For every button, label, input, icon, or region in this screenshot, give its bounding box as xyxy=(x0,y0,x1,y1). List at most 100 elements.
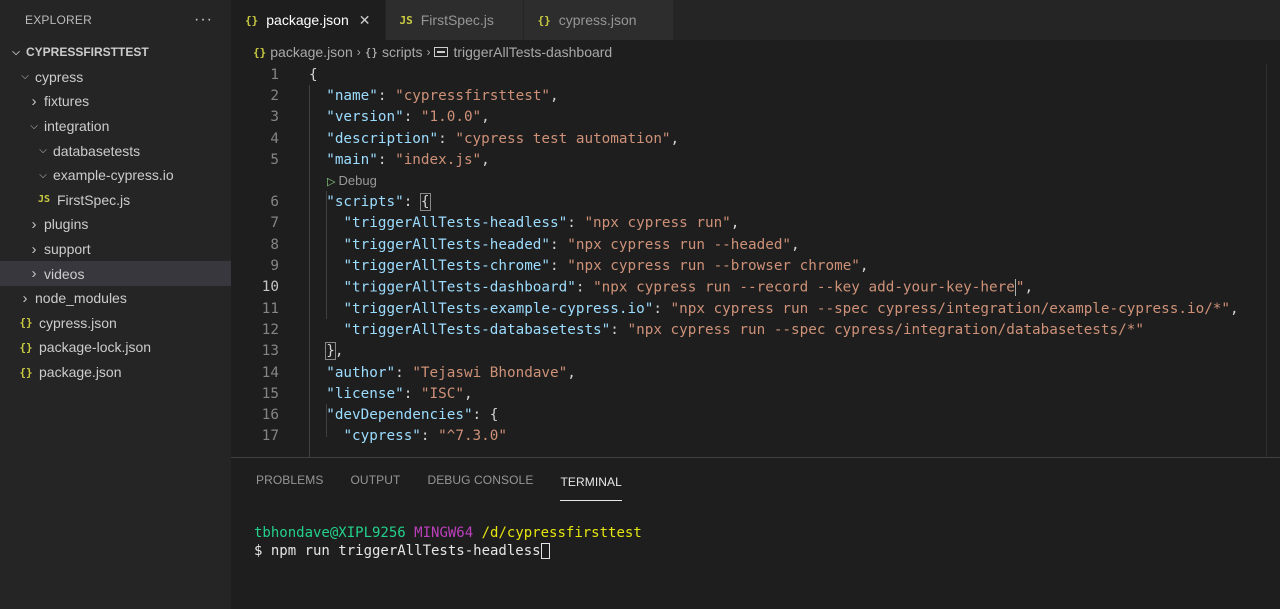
panel-tab[interactable]: PROBLEMS xyxy=(256,458,324,501)
tree-item[interactable]: › support xyxy=(0,237,231,262)
code-line: 7 "triggerAllTests-headless": "npx cypre… xyxy=(231,213,1280,234)
tab-label: cypress.json xyxy=(558,12,637,28)
json-key: "triggerAllTests-chrome" xyxy=(343,258,551,275)
json-punctuation: : { xyxy=(472,407,499,424)
json-punctuation: , xyxy=(481,109,490,126)
tree-item[interactable]: › plugins xyxy=(0,212,231,237)
tree-item-label: cypress.json xyxy=(39,314,117,331)
editor-area: {} package.json ✕ JS FirstSpec.js{} cypress.j… xyxy=(231,0,1280,457)
tree-item[interactable]: JS FirstSpec.js xyxy=(0,188,231,213)
json-punctuation: , xyxy=(670,130,680,147)
json-key: "devDependencies" xyxy=(326,407,473,424)
tree-item[interactable]: {} package-lock.json xyxy=(0,335,231,360)
tree-item[interactable]: {} package.json xyxy=(0,360,231,385)
tree-item[interactable]: ⌵ integration xyxy=(0,114,231,139)
json-string: "cypressfirsttest" xyxy=(395,87,551,104)
editor-tabs: {} package.json ✕ JS FirstSpec.js {} cypress.j… xyxy=(231,0,1280,40)
panel-tab[interactable]: DEBUG CONSOLE xyxy=(427,458,533,501)
code-text: "scripts": { xyxy=(309,193,431,212)
explorer-title: EXPLORER xyxy=(25,13,92,27)
tree-root-folder[interactable]: ⌵ CYPRESSFIRSTTEST xyxy=(0,40,231,65)
tree-item-label: databasetests xyxy=(53,142,141,159)
tree-item[interactable]: › videos xyxy=(0,261,231,286)
code-line: 11 "triggerAllTests-example-cypress.io":… xyxy=(231,298,1280,319)
line-number: 7 xyxy=(270,215,279,232)
panel-tab[interactable]: TERMINAL xyxy=(560,463,622,501)
terminal-shell: MINGW64 xyxy=(414,525,474,541)
code-line: 4 "description": "cypress test automatio… xyxy=(231,128,1280,149)
tree-item[interactable]: ⌵ example-cypress.io xyxy=(0,163,231,188)
tab-label: package.json xyxy=(266,12,349,28)
code-text: "triggerAllTests-databasetests": "npx cy… xyxy=(309,322,1144,338)
close-icon[interactable]: ✕ xyxy=(359,12,371,29)
tree-item[interactable]: {} cypress.json xyxy=(0,311,231,336)
json-key: "main" xyxy=(326,151,378,168)
json-key: "triggerAllTests-headed" xyxy=(343,236,551,253)
panel-tabs: PROBLEMS OUTPUT DEBUG CONSOLE TERMINAL xyxy=(231,458,1280,501)
json-punctuation: : xyxy=(377,87,396,104)
json-string: "^7.3.0" xyxy=(438,428,507,445)
editor-tab[interactable]: JS FirstSpec.js xyxy=(385,0,524,40)
line-number: 11 xyxy=(261,300,279,317)
terminal-user: tbhondave@XIPL9256 xyxy=(254,525,406,541)
json-string: "npx cypress run" xyxy=(584,215,731,232)
debug-codelens-label: Debug xyxy=(338,173,377,189)
debug-codelens[interactable]: ▷ Debug xyxy=(309,173,377,188)
editor-tab[interactable]: {} package.json ✕ xyxy=(231,0,386,40)
json-string: "npx cypress run --spec cypress/integrat… xyxy=(670,300,1231,317)
json-key: "triggerAllTests-databasetests" xyxy=(343,321,611,338)
line-number: 4 xyxy=(270,130,279,147)
breadcrumb-file[interactable]: package.json xyxy=(270,44,353,60)
line-number: 9 xyxy=(270,258,279,275)
terminal[interactable]: tbhondave@XIPL9256 MINGW64 /d/cypressfir… xyxy=(231,501,1280,560)
code-text: "triggerAllTests-example-cypress.io": "n… xyxy=(309,300,1238,317)
tree-item[interactable]: ⌵ cypress xyxy=(0,65,231,90)
tree-item-label: example-cypress.io xyxy=(53,167,174,184)
json-string: "Tejaswi Bhondave" xyxy=(412,364,568,381)
json-file-icon: {} xyxy=(19,316,33,330)
line-number: 17 xyxy=(261,428,279,445)
json-punctuation: , xyxy=(791,236,800,253)
json-punctuation: : xyxy=(550,236,568,253)
breadcrumb-item[interactable]: triggerAllTests-dashboard xyxy=(453,44,612,60)
terminal-cursor xyxy=(540,543,550,559)
code-text: "triggerAllTests-chrome": "npx cypress r… xyxy=(309,258,868,275)
panel-tab[interactable]: OUTPUT xyxy=(351,458,401,501)
code-editor[interactable]: 1{2 "name": "cypressfirsttest", 3 "versio… xyxy=(231,64,1280,457)
matched-bracket: } xyxy=(325,342,336,361)
code-line: 10 "triggerAllTests-dashboard": "npx cyp… xyxy=(231,277,1280,298)
breadcrumb-section[interactable]: scripts xyxy=(382,44,422,60)
more-actions-icon[interactable]: ··· xyxy=(194,11,213,29)
json-key: "triggerAllTests-headless" xyxy=(343,215,568,232)
code-text: }, xyxy=(309,342,343,361)
code-line: 16 "devDependencies": { xyxy=(231,404,1280,425)
code-line: 1{ xyxy=(231,64,1280,85)
editor-tab[interactable]: {} cypress.json xyxy=(523,0,674,40)
line-number: 13 xyxy=(261,343,279,360)
tab-label: FirstSpec.js xyxy=(420,12,494,28)
codelens-row: ▷ Debug xyxy=(231,170,1280,191)
tree-item-label: integration xyxy=(44,118,110,135)
tree-item-label: videos xyxy=(44,265,85,282)
code-line: 6 "scripts": { xyxy=(231,191,1280,212)
tree-item-label: cypress xyxy=(35,68,84,85)
json-punctuation: : xyxy=(420,428,439,445)
tree-item[interactable]: ⌵ databasetests xyxy=(0,138,231,163)
json-punctuation: , xyxy=(481,151,490,168)
tree-item[interactable]: › node_modules xyxy=(0,286,231,311)
tree-item-label: fixtures xyxy=(44,93,90,110)
terminal-prompt-symbol: $ xyxy=(254,543,271,559)
tree-item-label: support xyxy=(44,241,91,258)
scrollbar-track[interactable] xyxy=(1266,64,1280,457)
tree-item[interactable]: › fixtures xyxy=(0,89,231,114)
json-punctuation: : xyxy=(403,194,421,211)
